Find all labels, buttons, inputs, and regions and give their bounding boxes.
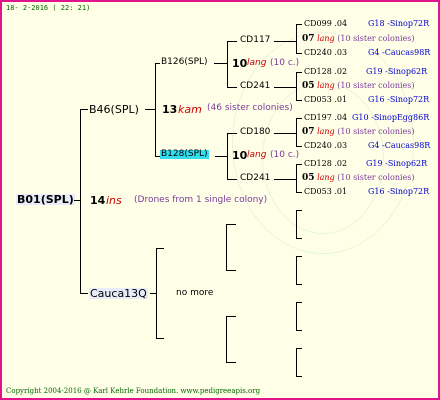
gen2-a-drone-note: (10 c.) <box>270 58 300 68</box>
connector <box>296 192 302 193</box>
queen-gen4-6[interactable]: CD240 .03 <box>304 142 347 150</box>
gen3-c-drones: 07 lang (10 sister colonies) <box>302 127 415 137</box>
connector <box>296 302 297 330</box>
queen-gen4-3[interactable]: CD128 .02 <box>304 68 347 76</box>
connector <box>274 133 296 134</box>
queen-gen4-2[interactable]: CD240 .03 <box>304 49 347 57</box>
gen2-a-drone-origin: lang <box>247 58 267 68</box>
connector <box>296 348 302 349</box>
connector <box>226 316 227 362</box>
gen1-top-drone-note: (46 sister colonies) <box>207 103 293 113</box>
connector <box>226 270 236 271</box>
connector <box>227 87 237 88</box>
gen1-bottom-note: no more <box>176 288 214 298</box>
connector <box>296 210 297 238</box>
connector <box>227 133 237 134</box>
connector <box>226 316 236 317</box>
queen-gen4-1[interactable]: CD099 .04 <box>304 20 347 28</box>
root-drone-note: (Drones from 1 single colony) <box>134 195 268 205</box>
queen-gen4-4[interactable]: CD053 .01 <box>304 96 347 104</box>
connector <box>145 109 155 110</box>
queen-gen3-a[interactable]: CD117 <box>240 36 270 45</box>
connector <box>296 302 302 303</box>
queen-gen2-b[interactable]: B128(SPL) <box>160 150 209 159</box>
connector <box>226 362 236 363</box>
connector <box>155 63 160 64</box>
queen-gen4-5[interactable]: CD197 .04 <box>304 114 347 122</box>
gen2-b-drone-note: (10 c.) <box>270 150 300 160</box>
connector <box>227 41 237 42</box>
connector <box>296 100 302 101</box>
connector <box>227 179 237 180</box>
connector <box>296 164 302 165</box>
gen4-8-source: G16 -Sinop72R <box>368 187 430 196</box>
connector <box>226 224 236 225</box>
gen1-top-drone-origin: kam <box>178 103 202 116</box>
connector <box>296 348 297 376</box>
connector <box>296 238 302 239</box>
connector <box>296 72 302 73</box>
queen-gen2-a[interactable]: B126(SPL) <box>161 58 208 67</box>
connector <box>296 24 297 53</box>
connector <box>296 256 297 284</box>
gen3-a-drones: 07 lang (10 sister colonies) <box>302 34 415 44</box>
connector <box>156 248 157 338</box>
connector <box>296 284 302 285</box>
gen2-a-drone-count: 10 <box>232 57 248 70</box>
gen3-b-drones: 05 lang (10 sister colonies) <box>302 81 415 91</box>
connector <box>296 164 297 192</box>
pedigree-frame: 18- 2-2016 ( 22: 21) B01(SPL) 14 ins (Dr… <box>0 0 440 400</box>
queen-root[interactable]: B01(SPL) <box>16 194 75 205</box>
connector <box>214 63 227 64</box>
connector <box>296 256 302 257</box>
connector <box>156 248 164 249</box>
gen4-5-source: G10 -SinopEgg86R <box>352 113 430 122</box>
print-date: 18- 2-2016 ( 22: 21) <box>6 4 91 12</box>
connector <box>226 224 227 270</box>
gen2-b-drone-count: 10 <box>232 149 248 162</box>
root-drone-count: 14 <box>90 194 106 207</box>
connector <box>296 118 297 146</box>
connector <box>296 376 302 377</box>
queen-gen3-b[interactable]: CD241 <box>240 82 270 91</box>
connector <box>156 338 164 339</box>
queen-gen3-d[interactable]: CD241 <box>240 174 270 183</box>
connector <box>296 330 302 331</box>
connector <box>296 118 302 119</box>
connector <box>80 109 81 293</box>
connector <box>296 53 302 54</box>
connector <box>155 63 156 156</box>
gen4-3-source: G19 -Sinop62R <box>366 67 428 76</box>
gen4-1-source: G18 -Sinop72R <box>368 19 430 28</box>
copyright: Copyright 2004-2016 @ Karl Kehrle Founda… <box>6 387 261 395</box>
queen-gen4-7[interactable]: CD128 .02 <box>304 160 347 168</box>
gen4-7-source: G19 -Sinop62R <box>366 159 428 168</box>
gen4-6-source: G4 -Caucas98R <box>368 141 431 150</box>
queen-gen1-top[interactable]: B46(SPL) <box>89 104 139 115</box>
gen4-4-source: G16 -Sinop72R <box>368 95 430 104</box>
queen-gen4-8[interactable]: CD053 .01 <box>304 188 347 196</box>
queen-gen1-bottom[interactable]: Cauca13Q <box>89 288 148 299</box>
connector <box>274 87 296 88</box>
connector <box>296 210 302 211</box>
gen2-b-drone-origin: lang <box>247 150 267 160</box>
root-drone-origin: ins <box>106 194 122 207</box>
queen-gen3-c[interactable]: CD180 <box>240 128 270 137</box>
connector <box>80 293 88 294</box>
connector <box>274 179 296 180</box>
connector <box>296 72 297 100</box>
gen1-top-drone-count: 13 <box>162 103 178 116</box>
connector <box>274 41 296 42</box>
connector <box>227 41 228 87</box>
connector <box>80 109 88 110</box>
connector <box>296 24 302 25</box>
connector <box>227 133 228 179</box>
gen3-d-drones: 05 lang (10 sister colonies) <box>302 173 415 183</box>
connector <box>215 156 227 157</box>
gen4-2-source: G4 -Caucas98R <box>368 48 431 57</box>
connector <box>296 146 302 147</box>
